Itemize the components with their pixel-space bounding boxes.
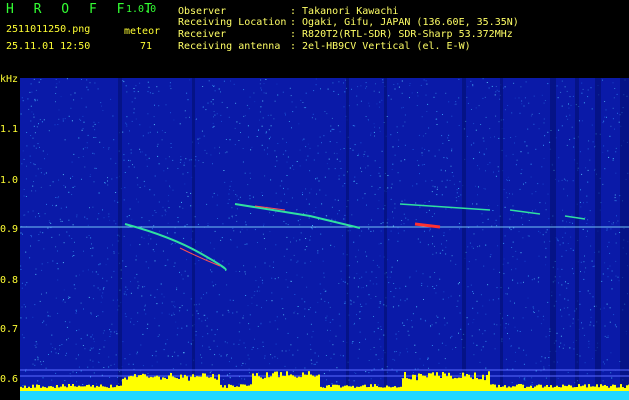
spectrogram bbox=[20, 78, 629, 400]
antenna-value: : 2el-HB9CV Vertical (el. E-W) bbox=[290, 41, 471, 52]
antenna-label: Receiving antenna bbox=[178, 41, 281, 52]
meteor-label: meteor bbox=[124, 26, 161, 37]
observer-value: : Takanori Kawachi bbox=[290, 6, 399, 17]
y-tick-label: 0.9 bbox=[0, 224, 19, 235]
receiver-label: Receiver bbox=[178, 29, 227, 40]
location-value: : Ogaki, Gifu, JAPAN (136.60E, 35.35N) bbox=[290, 17, 519, 28]
image-datetime: 25.11.01 12:50 bbox=[6, 41, 91, 52]
observer-label: Observer bbox=[178, 6, 227, 17]
y-tick-label: 0.8 bbox=[0, 275, 19, 286]
location-label: Receiving Location bbox=[178, 17, 287, 28]
y-axis-unit: kHz bbox=[0, 74, 19, 85]
receiver-value: : R820T2(RTL-SDR) SDR-Sharp 53.372MHz bbox=[290, 29, 513, 40]
y-tick-label: 1.1 bbox=[0, 124, 19, 135]
meteor-count: 71 bbox=[140, 41, 153, 52]
y-tick-label: 0.6 bbox=[0, 374, 19, 385]
spectrogram-plot bbox=[20, 78, 629, 400]
app-version: 1.0.0 bbox=[126, 4, 157, 15]
header-panel: H R O F F T 1.0.0 2511011250.png 25.11.0… bbox=[0, 0, 629, 78]
spectrogram-background bbox=[20, 78, 629, 400]
bottom-strip bbox=[20, 391, 629, 400]
image-filename: 2511011250.png bbox=[6, 24, 91, 35]
y-tick-label: 1.0 bbox=[0, 175, 19, 186]
y-tick-label: 0.7 bbox=[0, 324, 19, 335]
